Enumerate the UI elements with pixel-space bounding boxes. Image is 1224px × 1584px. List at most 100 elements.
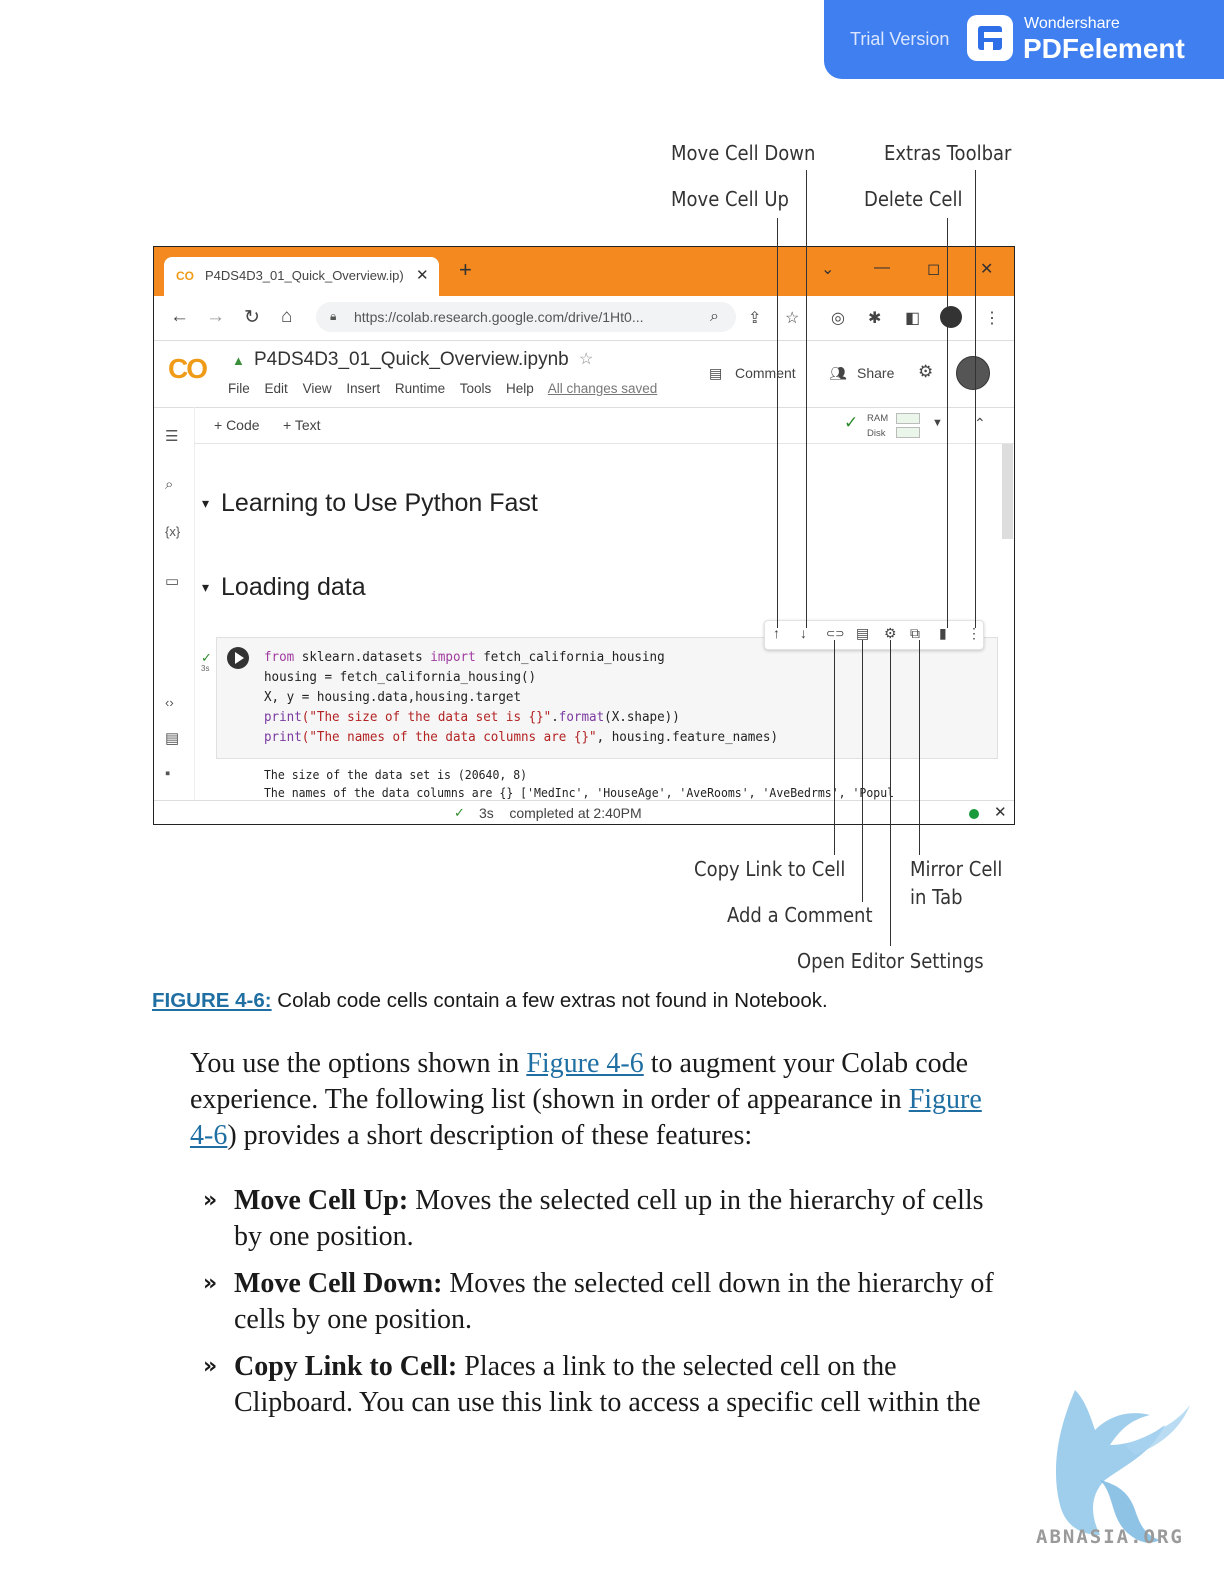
back-icon[interactable]: ← — [170, 306, 189, 328]
terminal-icon[interactable]: ▪ — [165, 765, 170, 782]
variables-icon[interactable]: {x} — [165, 524, 180, 539]
menu-help[interactable]: Help — [506, 381, 534, 396]
comment-button[interactable]: Comment — [735, 365, 796, 381]
menu-file[interactable]: File — [228, 381, 250, 396]
menu-tools[interactable]: Tools — [460, 381, 492, 396]
browser-titlebar: CO P4DS4D3_01_Quick_Overview.ip) ✕ + ⌄ —… — [154, 247, 1014, 296]
menu-insert[interactable]: Insert — [346, 381, 380, 396]
comment-icon: ▤ — [709, 365, 723, 381]
menu-edit[interactable]: Edit — [265, 381, 288, 396]
close-tab-icon[interactable]: ✕ — [416, 266, 429, 284]
collapse-triangle-icon[interactable]: ▾ — [202, 495, 209, 511]
product-label: PDFelement — [1023, 33, 1185, 64]
figure-link[interactable]: Figure 4-6 — [526, 1048, 643, 1079]
close-window-icon[interactable]: ✕ — [980, 259, 993, 279]
url-text: https://colab.research.google.com/drive/… — [354, 309, 644, 325]
command-palette-icon[interactable]: ▤ — [165, 729, 179, 747]
code-snippets-icon[interactable]: ‹› — [165, 695, 174, 710]
section-loading[interactable]: ▾ Loading data — [202, 573, 366, 602]
reload-icon[interactable]: ↻ — [244, 306, 260, 329]
code-line-2: housing = fetch_california_housing() — [264, 669, 537, 685]
add-code-button[interactable]: + Code — [214, 417, 260, 433]
address-bar[interactable]: 🔒︎ https://colab.research.google.com/dri… — [316, 302, 736, 332]
body-line-3: 4-6) provides a short description of the… — [190, 1120, 753, 1151]
zoom-icon[interactable]: ⌕ — [710, 308, 719, 326]
share-page-icon[interactable]: ⇪ — [748, 308, 761, 328]
code-line-1: from sklearn.datasets import fetch_calif… — [264, 649, 665, 665]
notebook-name[interactable]: P4DS4D3_01_Quick_Overview.ipynb — [254, 349, 569, 371]
callout-extras-toolbar: Extras Toolbar — [884, 141, 1012, 165]
callout-copy-link: Copy Link to Cell — [694, 857, 846, 881]
profile-avatar[interactable] — [940, 306, 962, 328]
bookmark-star-icon[interactable]: ☆ — [785, 308, 799, 328]
forward-icon[interactable]: → — [206, 306, 225, 328]
scrollbar[interactable] — [1002, 444, 1013, 539]
menu-view[interactable]: View — [303, 381, 332, 396]
output-line-1: The size of the data set is (20640, 8) — [264, 767, 528, 782]
user-avatar[interactable] — [956, 356, 990, 390]
status-check-icon: ✓ — [454, 805, 465, 820]
add-text-button[interactable]: + Text — [283, 417, 321, 433]
disk-label: Disk — [867, 428, 886, 439]
callout-move-cell-down: Move Cell Down — [671, 141, 816, 165]
caption-text: Colab code cells contain a few extras no… — [271, 989, 828, 1012]
play-icon — [235, 652, 244, 664]
search-icon[interactable]: ⌕ — [165, 476, 173, 493]
figure-caption: FIGURE 4-6: Colab code cells contain a f… — [152, 989, 828, 1013]
collapse-triangle-icon[interactable]: ▾ — [202, 579, 209, 595]
figure-link[interactable]: Figure — [909, 1084, 982, 1115]
browser-tab[interactable]: CO P4DS4D3_01_Quick_Overview.ip) ✕ — [164, 257, 439, 296]
browser-navbar: ← → ↻ ⌂ 🔒︎ https://colab.research.google… — [154, 296, 1014, 341]
share-people-icon: 👥︎ — [829, 365, 847, 381]
resources-dropdown-icon[interactable]: ▼ — [932, 417, 943, 429]
chevron-down-icon[interactable]: ⌄ — [821, 259, 834, 279]
section-title: Learning to Use Python Fast — [221, 489, 538, 517]
more-actions-icon[interactable]: ⋮ — [967, 625, 981, 642]
sidepanel-icon[interactable]: ◧ — [905, 308, 920, 328]
leader-editor-settings — [890, 640, 891, 946]
browser-menu-icon[interactable]: ⋮ — [984, 308, 1000, 328]
output-line-2: The names of the data columns are {} ['M… — [264, 785, 895, 800]
colab-header: CO ▲ P4DS4D3_01_Quick_Overview.ipynb ☆ F… — [154, 341, 1014, 408]
drive-icon: ▲ — [232, 353, 245, 368]
share-button[interactable]: Share — [857, 365, 894, 381]
callout-delete-cell: Delete Cell — [864, 187, 963, 211]
close-status-icon[interactable]: ✕ — [994, 803, 1007, 821]
double-chevron-icon: » — [203, 1354, 218, 1379]
leader-add-comment — [862, 640, 863, 902]
left-rail: ☰ ⌕ {x} ▭ ‹› ▤ ▪ — [154, 407, 195, 807]
leader-mirror-cell — [919, 640, 920, 855]
delete-cell-icon[interactable]: ▮ — [939, 625, 947, 642]
figure-label[interactable]: FIGURE 4-6: — [152, 989, 272, 1012]
bullet-term: Move Cell Down: — [234, 1268, 443, 1299]
double-chevron-icon: » — [203, 1271, 218, 1296]
settings-gear-icon[interactable]: ⚙ — [918, 362, 933, 382]
home-icon[interactable]: ⌂ — [281, 306, 292, 328]
menu-runtime[interactable]: Runtime — [395, 381, 445, 396]
body-line-1: You use the options shown in Figure 4-6 … — [190, 1048, 969, 1079]
cell-status: ✓ 3s — [201, 650, 212, 673]
toc-icon[interactable]: ☰ — [165, 427, 178, 445]
folder-icon[interactable]: ▭ — [165, 572, 179, 590]
maximize-icon[interactable]: ◻ — [927, 259, 940, 279]
trial-version-label: Trial Version — [850, 29, 950, 49]
run-cell-button[interactable] — [227, 647, 249, 669]
saved-status[interactable]: All changes saved — [548, 381, 658, 396]
puzzle-icon[interactable]: ✱ — [868, 308, 881, 328]
star-icon[interactable]: ☆ — [579, 349, 593, 369]
code-line-4: print("The size of the data set is {}".f… — [264, 709, 680, 725]
double-chevron-icon: » — [203, 1188, 218, 1213]
copy-link-icon[interactable]: ⊂⊃ — [826, 627, 844, 640]
pdfelement-badge: Trial Version Wondershare PDFelement — [824, 0, 1224, 79]
extension-icon[interactable]: ◎ — [831, 308, 845, 328]
ram-disk-label[interactable]: RAM Disk — [867, 411, 888, 441]
pdfelement-logo-icon — [967, 15, 1013, 61]
callout-add-comment: Add a Comment — [727, 903, 873, 927]
colab-tab-logo-icon: CO — [176, 269, 194, 283]
disk-bar — [896, 427, 920, 438]
new-tab-icon[interactable]: + — [459, 257, 472, 283]
cell-exec-time: 3s — [201, 664, 210, 673]
figure-link[interactable]: 4-6 — [190, 1120, 227, 1151]
section-learning[interactable]: ▾ Learning to Use Python Fast — [202, 489, 538, 518]
minimize-icon[interactable]: — — [874, 259, 890, 277]
